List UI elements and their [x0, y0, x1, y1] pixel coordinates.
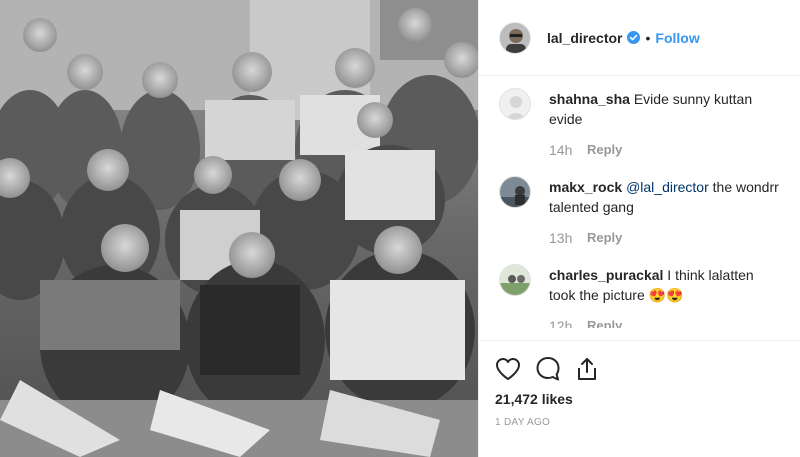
comment-mention[interactable]: @lal_director: [626, 179, 709, 195]
comment-text: shahna_sha Evide sunny kuttan evide: [549, 89, 784, 129]
comment-timestamp[interactable]: 12h: [549, 318, 587, 328]
comment-item: makx_rock @lal_director the wondrr talen…: [499, 176, 784, 246]
share-icon[interactable]: [575, 356, 599, 382]
author-username[interactable]: lal_director: [547, 30, 622, 46]
comment-timestamp[interactable]: 14h: [549, 142, 587, 158]
post-actions: 21,472 likes 1 DAY AGO: [479, 340, 800, 428]
separator-dot: •: [645, 29, 651, 46]
action-icons-row: [495, 349, 785, 389]
commenter-avatar[interactable]: [499, 88, 531, 120]
heart-icon[interactable]: [495, 357, 521, 381]
comment-username[interactable]: makx_rock: [549, 179, 622, 195]
comment-username[interactable]: shahna_sha: [549, 91, 630, 107]
group-photo-image: [0, 0, 478, 457]
author-avatar[interactable]: [499, 21, 531, 54]
commenter-avatar[interactable]: [499, 264, 531, 296]
reply-button[interactable]: Reply: [587, 318, 622, 328]
likes-count[interactable]: 21,472 likes: [495, 391, 785, 407]
comment-text: makx_rock @lal_director the wondrr talen…: [549, 177, 784, 217]
commenter-avatar[interactable]: [499, 176, 531, 208]
comments-list[interactable]: shahna_sha Evide sunny kuttan evide 14h …: [479, 76, 800, 328]
post-photo[interactable]: [0, 0, 478, 457]
reply-button[interactable]: Reply: [587, 142, 622, 158]
verified-badge-icon: [627, 31, 641, 44]
comment-item: charles_purackal I think lalatten took t…: [499, 264, 784, 328]
post-sidebar: lal_director • Follow shahna_sha Evide s…: [478, 0, 800, 457]
comment-timestamp[interactable]: 13h: [549, 230, 587, 246]
post-header: lal_director • Follow: [479, 0, 800, 76]
reply-button[interactable]: Reply: [587, 230, 622, 246]
follow-button[interactable]: Follow: [655, 30, 699, 46]
comment-item: shahna_sha Evide sunny kuttan evide 14h …: [499, 88, 784, 158]
comment-text: charles_purackal I think lalatten took t…: [549, 265, 784, 305]
comment-username[interactable]: charles_purackal: [549, 267, 663, 283]
comment-bubble-icon[interactable]: [535, 356, 561, 382]
post-date[interactable]: 1 DAY AGO: [495, 417, 785, 428]
